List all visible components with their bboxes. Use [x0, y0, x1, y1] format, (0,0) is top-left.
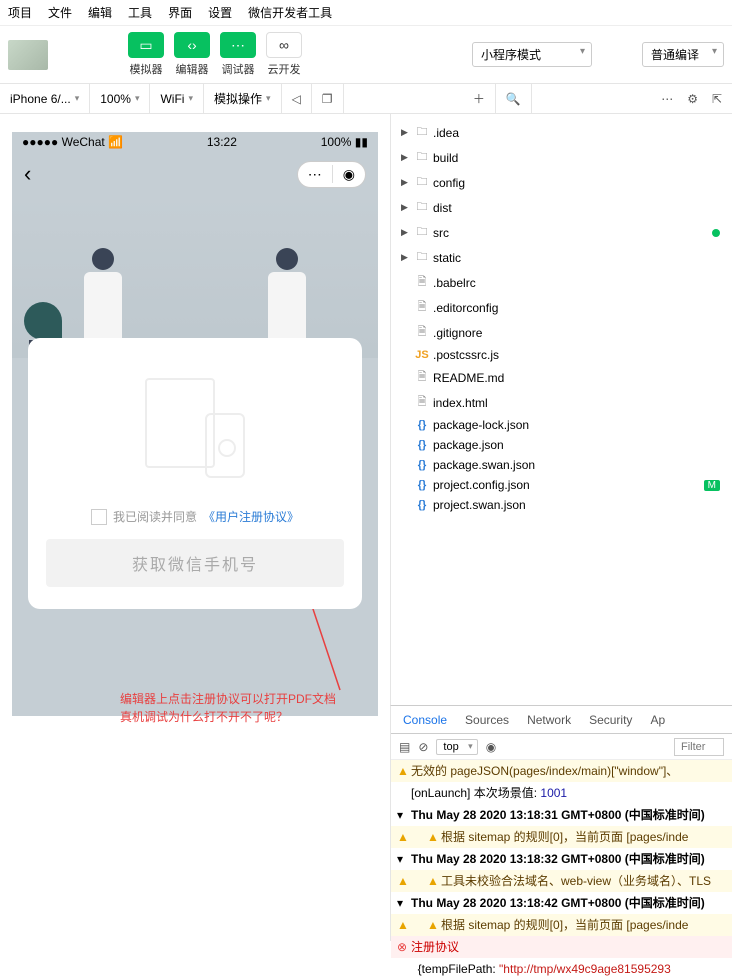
capsule: ⋯ ◉: [297, 161, 366, 188]
phone-statusbar: ●●●●● WeChat 📶 13:22 100% ▮▮: [12, 132, 378, 152]
annotation-text: 编辑器上点击注册协议可以打开PDF文档 真机调试为什么打不开不了呢？: [120, 690, 336, 726]
mock-select[interactable]: 模拟操作▾: [204, 84, 282, 113]
tree-node[interactable]: 🗎.babelrc: [391, 270, 732, 295]
get-phone-button[interactable]: 获取微信手机号: [46, 539, 344, 587]
document-illustration: [135, 368, 255, 478]
debugger-button[interactable]: ⋯调试器: [220, 32, 256, 77]
menu-界面[interactable]: 界面: [168, 4, 192, 21]
battery-label: 100% ▮▮: [321, 135, 368, 149]
console-toolbar: ▤ ⊘ top ◉: [391, 734, 732, 760]
back-icon[interactable]: ‹: [24, 161, 31, 187]
tree-node[interactable]: ▶🗀.idea: [391, 120, 732, 145]
tree-node[interactable]: ▶🗀config: [391, 170, 732, 195]
hero-illustration: [12, 196, 378, 358]
menu-微信开发者工具[interactable]: 微信开发者工具: [248, 4, 332, 21]
editor-button[interactable]: ‹›编辑器: [174, 32, 210, 77]
tree-node[interactable]: 🗎index.html: [391, 390, 732, 415]
simulator-pane: ●●●●● WeChat 📶 13:22 100% ▮▮ ‹ ⋯ ◉: [0, 114, 390, 734]
context-select[interactable]: top: [436, 739, 477, 755]
eye-icon[interactable]: ◉: [486, 740, 496, 754]
explorer-pane: ▶🗀.idea▶🗀build▶🗀config▶🗀dist▶🗀src▶🗀stati…: [390, 114, 732, 734]
agreement-link[interactable]: 《用户注册协议》: [203, 508, 299, 525]
menu-文件[interactable]: 文件: [48, 4, 72, 21]
mute-icon[interactable]: ◁: [292, 92, 301, 106]
more-icon[interactable]: ⋯: [661, 92, 673, 106]
menubar: 项目文件编辑工具界面设置微信开发者工具: [0, 0, 732, 26]
filter-input[interactable]: [674, 738, 724, 756]
phone-navbar: ‹ ⋯ ◉: [12, 152, 378, 196]
network-select[interactable]: WiFi▾: [150, 84, 204, 113]
compile-select[interactable]: 普通编译: [642, 42, 724, 67]
clear-console-icon[interactable]: ⊘: [418, 740, 428, 754]
device-select[interactable]: iPhone 6/...▾: [0, 84, 90, 113]
detach-icon[interactable]: ⇱: [712, 92, 722, 106]
devtab-ap[interactable]: Ap: [650, 713, 665, 727]
agreement-row: 我已阅读并同意 《用户注册协议》: [46, 508, 344, 525]
menu-编辑[interactable]: 编辑: [88, 4, 112, 21]
project-thumbnail: [8, 40, 48, 70]
tree-node[interactable]: ▶🗀build: [391, 145, 732, 170]
devtab-network[interactable]: Network: [527, 713, 571, 727]
settings-icon[interactable]: ⚙: [687, 92, 698, 106]
devtab-console[interactable]: Console: [403, 713, 447, 727]
tree-node[interactable]: {}package.swan.json: [391, 455, 732, 475]
tree-node[interactable]: {}project.swan.json: [391, 495, 732, 515]
devtools-tabs: Console Sources Network Security Ap: [391, 706, 732, 734]
file-tree: ▶🗀.idea▶🗀build▶🗀config▶🗀dist▶🗀src▶🗀stati…: [391, 114, 732, 734]
mode-select[interactable]: 小程序模式: [472, 42, 592, 67]
search-icon[interactable]: 🔍: [506, 92, 521, 106]
devtab-security[interactable]: Security: [589, 713, 632, 727]
toolbar: ▭模拟器 ‹›编辑器 ⋯调试器 ∞云开发 小程序模式 普通编译: [0, 26, 732, 84]
simulator-button[interactable]: ▭模拟器: [128, 32, 164, 77]
tree-node[interactable]: {}package-lock.json: [391, 415, 732, 435]
sim-control-bar: iPhone 6/...▾ 100%▾ WiFi▾ 模拟操作▾ ◁ ❐ ＋ 🔍 …: [0, 84, 732, 114]
tree-node[interactable]: 🗎README.md: [391, 365, 732, 390]
menu-工具[interactable]: 工具: [128, 4, 152, 21]
rotate-icon[interactable]: ❐: [322, 92, 333, 106]
console-output: ▲无效的 pageJSON(pages/index/main)["window"…: [391, 760, 732, 980]
agree-prefix: 我已阅读并同意: [113, 508, 197, 525]
tree-node[interactable]: JS.postcssrc.js: [391, 345, 732, 365]
sidebar-toggle-icon[interactable]: ▤: [399, 740, 410, 754]
cloud-button[interactable]: ∞云开发: [266, 32, 302, 77]
tree-node[interactable]: 🗎.editorconfig: [391, 295, 732, 320]
login-card: 我已阅读并同意 《用户注册协议》 获取微信手机号: [28, 338, 362, 609]
menu-设置[interactable]: 设置: [208, 4, 232, 21]
carrier-label: ●●●●● WeChat 📶: [22, 135, 123, 149]
devtools: Console Sources Network Security Ap ▤ ⊘ top …: [390, 705, 732, 941]
clock-label: 13:22: [207, 135, 237, 149]
menu-项目[interactable]: 项目: [8, 4, 32, 21]
zoom-select[interactable]: 100%▾: [90, 84, 150, 113]
add-icon[interactable]: ＋: [473, 90, 485, 107]
capsule-close-icon[interactable]: ◉: [333, 162, 365, 187]
capsule-menu-icon[interactable]: ⋯: [298, 162, 332, 187]
tree-node[interactable]: {}package.json: [391, 435, 732, 455]
devtab-sources[interactable]: Sources: [465, 713, 509, 727]
tree-node[interactable]: ▶🗀dist: [391, 195, 732, 220]
phone-frame: ●●●●● WeChat 📶 13:22 100% ▮▮ ‹ ⋯ ◉: [12, 132, 378, 716]
tree-node[interactable]: 🗎.gitignore: [391, 320, 732, 345]
tree-node[interactable]: ▶🗀src: [391, 220, 732, 245]
tree-node[interactable]: {}project.config.jsonM: [391, 475, 732, 495]
agree-checkbox[interactable]: [91, 509, 107, 525]
tree-node[interactable]: ▶🗀static: [391, 245, 732, 270]
